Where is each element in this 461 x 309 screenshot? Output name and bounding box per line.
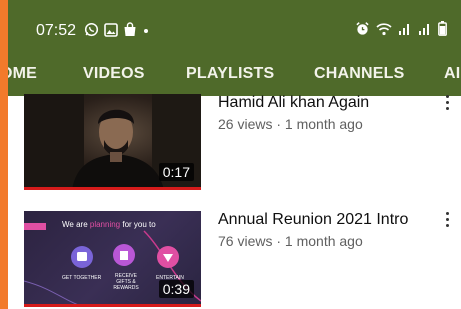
watch-progress-bar [24,304,201,307]
more-options-icon[interactable] [440,92,454,114]
channel-tabs: OME VIDEOS PLAYLISTS CHANNELS AI [8,51,461,96]
video-thumbnail[interactable]: We are planning for you to GET TOGETHER … [24,211,201,307]
battery-icon [438,21,447,36]
status-bar: 07:52 [8,0,461,51]
dot-icon [144,28,148,33]
more-options-icon[interactable] [440,209,454,231]
watch-progress-bar [24,187,201,190]
thumbnail-caption: RECEIVE GIFTS & REWARDS [113,273,139,291]
video-item[interactable]: 0:17 Hamid Ali khan Again 26 views · 1 m… [24,94,454,190]
video-duration: 0:39 [158,280,194,298]
signal-icon [399,24,409,35]
tab-channels[interactable]: CHANNELS [314,65,405,83]
video-title[interactable]: Annual Reunion 2021 Intro [218,211,408,229]
phone-screen: 07:52 ME VIDEOS PLAYLISTS CHANNELS AI 0:… [8,0,461,309]
video-meta: 26 views · 1 month ago [218,116,363,132]
video-item[interactable]: We are planning for you to GET TOGETHER … [24,211,454,307]
video-duration: 0:17 [158,163,194,181]
video-thumbnail[interactable]: 0:17 [24,94,201,190]
wifi-icon [376,22,392,35]
video-list: 0:17 Hamid Ali khan Again 26 views · 1 m… [8,94,461,309]
tab-videos[interactable]: VIDEOS [83,65,145,83]
status-left-icons [84,22,150,37]
tab-about[interactable]: AI [444,65,460,83]
thumbnail-caption: GET TOGETHER [62,275,102,281]
video-title[interactable]: Hamid Ali khan Again [218,94,369,112]
gallery-icon [104,22,118,37]
tab-home[interactable]: OME [8,65,37,83]
video-meta: 76 views · 1 month ago [218,233,363,249]
thumbnail-headline: We are planning for you to [62,220,156,229]
alarm-icon [356,22,369,35]
status-right-icons [355,21,447,36]
signal-icon [419,24,429,35]
whatsapp-icon [84,22,99,37]
bag-icon [124,22,136,36]
tab-playlists[interactable]: PLAYLISTS [186,65,274,83]
status-time: 07:52 [36,22,77,39]
